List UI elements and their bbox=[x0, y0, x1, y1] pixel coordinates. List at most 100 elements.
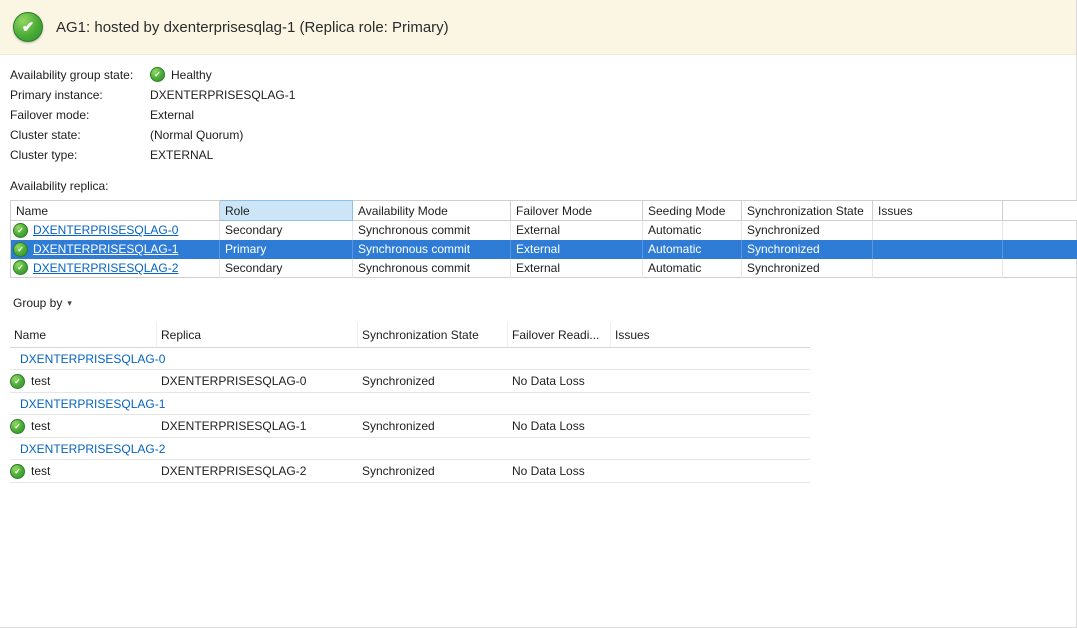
name-cell: DXENTERPRISESQLAG-2 bbox=[11, 259, 220, 278]
availability-replica-table: Name Role Availability Mode Failover Mod… bbox=[10, 200, 1077, 278]
group-by-label: Group by bbox=[13, 296, 62, 310]
filler-cell bbox=[1003, 221, 1077, 240]
database-name-cell: test bbox=[10, 374, 157, 389]
chevron-down-icon: ▾ bbox=[67, 298, 72, 309]
column-header-failover-readiness[interactable]: Failover Readi... bbox=[508, 322, 611, 347]
column-header-synchronization-state[interactable]: Synchronization State bbox=[358, 322, 508, 347]
group-state-label: Availability group state: bbox=[10, 68, 150, 82]
replica-table-header-row: Name Role Availability Mode Failover Mod… bbox=[11, 201, 1077, 221]
synchronization-state-cell: Synchronized bbox=[742, 259, 873, 278]
seeding-mode-cell: Automatic bbox=[643, 259, 742, 278]
status-row-primary-instance: Primary instance: DXENTERPRISESQLAG-1 bbox=[10, 85, 1076, 104]
ag-dashboard: AG1: hosted by dxenterprisesqlag-1 (Repl… bbox=[0, 0, 1077, 628]
database-name: test bbox=[31, 419, 50, 433]
issues-cell bbox=[873, 259, 1003, 278]
replica-cell: DXENTERPRISESQLAG-0 bbox=[157, 374, 358, 388]
status-row-cluster-type: Cluster type: EXTERNAL bbox=[10, 145, 1076, 164]
seeding-mode-cell: Automatic bbox=[643, 240, 742, 259]
group-header-row[interactable]: DXENTERPRISESQLAG-2 bbox=[10, 438, 810, 460]
replica-name-link[interactable]: DXENTERPRISESQLAG-1 bbox=[33, 242, 178, 256]
group-state-value: Healthy bbox=[150, 67, 212, 82]
filler-cell bbox=[1003, 259, 1077, 278]
synchronization-state-cell: Synchronized bbox=[358, 419, 508, 433]
column-header-role[interactable]: Role bbox=[220, 201, 353, 221]
replica-cell: DXENTERPRISESQLAG-1 bbox=[157, 419, 358, 433]
failover-mode-label: Failover mode: bbox=[10, 108, 150, 122]
column-header-synchronization-state[interactable]: Synchronization State bbox=[742, 201, 873, 221]
synchronization-state-cell: Synchronized bbox=[358, 464, 508, 478]
role-cell: Secondary bbox=[220, 259, 353, 278]
column-header-replica[interactable]: Replica bbox=[157, 322, 358, 347]
failover-mode-value: External bbox=[150, 108, 194, 122]
database-healthy-icon bbox=[10, 419, 25, 434]
database-row[interactable]: test DXENTERPRISESQLAG-1 Synchronized No… bbox=[10, 415, 810, 438]
filler-cell bbox=[1003, 240, 1077, 259]
group-by-button[interactable]: Group by ▾ bbox=[10, 294, 75, 312]
failover-mode-cell: External bbox=[511, 221, 643, 240]
status-row-cluster-state: Cluster state: (Normal Quorum) bbox=[10, 125, 1076, 144]
role-cell: Primary bbox=[220, 240, 353, 259]
group-header-row[interactable]: DXENTERPRISESQLAG-1 bbox=[10, 393, 810, 415]
availability-mode-cell: Synchronous commit bbox=[353, 221, 511, 240]
group-name: DXENTERPRISESQLAG-0 bbox=[20, 352, 165, 366]
cluster-state-label: Cluster state: bbox=[10, 128, 150, 142]
healthy-check-icon bbox=[150, 67, 165, 82]
status-row-group-state: Availability group state: Healthy bbox=[10, 65, 1076, 84]
synchronization-state-cell: Synchronized bbox=[742, 240, 873, 259]
column-header-seeding-mode[interactable]: Seeding Mode bbox=[643, 201, 742, 221]
failover-readiness-cell: No Data Loss bbox=[508, 374, 611, 388]
failover-readiness-cell: No Data Loss bbox=[508, 464, 611, 478]
replica-row-selected[interactable]: DXENTERPRISESQLAG-1 Primary Synchronous … bbox=[11, 240, 1077, 259]
cluster-type-label: Cluster type: bbox=[10, 148, 150, 162]
availability-mode-cell: Synchronous commit bbox=[353, 259, 511, 278]
issues-cell bbox=[873, 221, 1003, 240]
failover-mode-cell: External bbox=[511, 259, 643, 278]
failover-mode-cell: External bbox=[511, 240, 643, 259]
database-name: test bbox=[31, 374, 50, 388]
group-name: DXENTERPRISESQLAG-2 bbox=[20, 442, 165, 456]
replica-healthy-icon bbox=[13, 223, 28, 238]
database-name: test bbox=[31, 464, 50, 478]
healthy-status-icon bbox=[13, 12, 43, 42]
dashboard-header: AG1: hosted by dxenterprisesqlag-1 (Repl… bbox=[0, 0, 1076, 55]
cluster-type-value: EXTERNAL bbox=[150, 148, 213, 162]
column-header-issues[interactable]: Issues bbox=[873, 201, 1003, 221]
replica-row[interactable]: DXENTERPRISESQLAG-2 Secondary Synchronou… bbox=[11, 259, 1077, 278]
column-header-availability-mode[interactable]: Availability Mode bbox=[353, 201, 511, 221]
primary-instance-label: Primary instance: bbox=[10, 88, 150, 102]
replica-row[interactable]: DXENTERPRISESQLAG-0 Secondary Synchronou… bbox=[11, 221, 1077, 240]
availability-replica-label: Availability replica: bbox=[10, 179, 1076, 193]
column-header-issues[interactable]: Issues bbox=[611, 322, 810, 347]
replica-name-link[interactable]: DXENTERPRISESQLAG-0 bbox=[33, 223, 178, 237]
database-row[interactable]: test DXENTERPRISESQLAG-2 Synchronized No… bbox=[10, 460, 810, 483]
column-header-name[interactable]: Name bbox=[10, 322, 157, 347]
replica-healthy-icon bbox=[13, 260, 28, 275]
database-table: Name Replica Synchronization State Failo… bbox=[10, 322, 810, 483]
status-section: Availability group state: Healthy Primar… bbox=[0, 55, 1076, 164]
column-header-filler bbox=[1003, 201, 1077, 221]
cluster-state-value: (Normal Quorum) bbox=[150, 128, 243, 142]
replica-cell: DXENTERPRISESQLAG-2 bbox=[157, 464, 358, 478]
name-cell: DXENTERPRISESQLAG-0 bbox=[11, 221, 220, 240]
group-header-row[interactable]: DXENTERPRISESQLAG-0 bbox=[10, 348, 810, 370]
issues-cell bbox=[873, 240, 1003, 259]
column-header-name[interactable]: Name bbox=[11, 201, 220, 221]
status-row-failover-mode: Failover mode: External bbox=[10, 105, 1076, 124]
page-title: AG1: hosted by dxenterprisesqlag-1 (Repl… bbox=[56, 19, 449, 36]
column-header-failover-mode[interactable]: Failover Mode bbox=[511, 201, 643, 221]
replica-name-link[interactable]: DXENTERPRISESQLAG-2 bbox=[33, 261, 178, 275]
role-cell: Secondary bbox=[220, 221, 353, 240]
synchronization-state-cell: Synchronized bbox=[742, 221, 873, 240]
database-row[interactable]: test DXENTERPRISESQLAG-0 Synchronized No… bbox=[10, 370, 810, 393]
database-table-header-row: Name Replica Synchronization State Failo… bbox=[10, 322, 810, 348]
availability-mode-cell: Synchronous commit bbox=[353, 240, 511, 259]
seeding-mode-cell: Automatic bbox=[643, 221, 742, 240]
synchronization-state-cell: Synchronized bbox=[358, 374, 508, 388]
database-name-cell: test bbox=[10, 464, 157, 479]
database-name-cell: test bbox=[10, 419, 157, 434]
primary-instance-value: DXENTERPRISESQLAG-1 bbox=[150, 88, 295, 102]
name-cell: DXENTERPRISESQLAG-1 bbox=[11, 240, 220, 259]
replica-healthy-icon bbox=[13, 242, 28, 257]
group-state-text: Healthy bbox=[171, 68, 212, 82]
database-healthy-icon bbox=[10, 374, 25, 389]
